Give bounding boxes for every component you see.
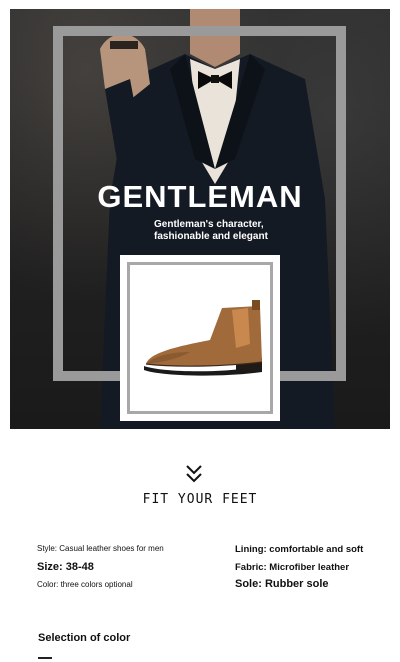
- spec-lining: Lining: comfortable and soft: [235, 544, 364, 555]
- hero-banner: GENTLEMAN Gentleman's character, fashion…: [10, 9, 390, 429]
- hero-title: GENTLEMAN: [97, 179, 303, 214]
- fit-your-feet-heading: FIT YOUR FEET: [142, 492, 258, 507]
- product-image-frame: [127, 262, 273, 414]
- hero-subtitle-line-1: Gentleman's character,: [154, 219, 264, 230]
- spec-sole: Sole: Rubber sole: [235, 578, 329, 590]
- chelsea-boot-image: [144, 300, 263, 376]
- spec-size: Size: 38-48: [37, 561, 94, 573]
- heading-underline: [38, 657, 52, 659]
- hero-subtitle-line-2: fashionable and elegant: [154, 231, 268, 242]
- spec-fabric: Fabric: Microfiber leather: [235, 562, 350, 573]
- color-selection-heading: Selection of color: [38, 632, 131, 644]
- spec-color: Color: three colors optional: [37, 580, 133, 589]
- spec-style: Style: Casual leather shoes for men: [37, 544, 164, 553]
- product-card: [120, 255, 280, 421]
- hero-subtitle: Gentleman's character, fashionable and e…: [154, 219, 268, 243]
- double-chevron-down-icon: [186, 465, 202, 483]
